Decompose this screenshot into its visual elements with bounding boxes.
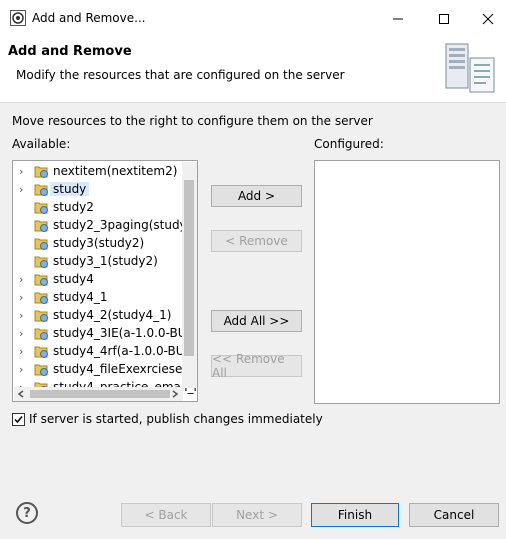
checkmark-icon — [14, 416, 23, 424]
remove-button[interactable]: < Remove — [211, 230, 302, 252]
instructions-text: Move resources to the right to configure… — [12, 114, 373, 128]
tree-item[interactable]: › study4_fileExexrciese(a- — [19, 360, 198, 378]
add-button[interactable]: Add > — [211, 185, 302, 207]
tree-item[interactable]: study3(study2) — [19, 234, 144, 252]
available-tree[interactable]: › nextitem(nextitem2) › study study2 study2_3… — [12, 160, 198, 402]
web-project-icon — [34, 346, 48, 358]
tree-item[interactable]: study2 — [19, 198, 94, 216]
expand-arrow-icon[interactable]: › — [19, 291, 33, 304]
web-project-icon — [34, 292, 48, 304]
tree-item[interactable]: › study4_3IE(a-1.0.0-BUIL — [19, 324, 197, 342]
publish-checkbox-label[interactable]: If server is started, publish changes im… — [29, 412, 323, 426]
tree-item[interactable]: › study4 — [19, 270, 94, 288]
tree-item-label: study — [50, 182, 90, 196]
tree-item-label: study4 — [53, 272, 94, 286]
scrollbar-thumb[interactable] — [30, 390, 170, 398]
maximize-icon — [439, 14, 449, 24]
window-title: Add and Remove... — [32, 11, 146, 25]
tree-item-label: study4_2(study4_1) — [53, 308, 172, 322]
tree-item-label: study4_1 — [53, 290, 108, 304]
scrollbar-thumb[interactable] — [184, 180, 194, 356]
tree-item-label: study2_3paging(study2 — [53, 218, 195, 232]
web-project-icon — [34, 364, 48, 376]
banner-description: Modify the resources that are configured… — [16, 68, 345, 82]
expand-arrow-icon[interactable]: › — [19, 183, 33, 196]
help-icon[interactable]: ? — [16, 502, 38, 524]
next-button[interactable]: Next > — [212, 503, 302, 527]
web-project-icon — [34, 202, 48, 214]
horizontal-scrollbar[interactable] — [14, 387, 183, 401]
expand-arrow-icon[interactable]: › — [19, 363, 33, 376]
tree-item-label: study4_3IE(a-1.0.0-BUIL — [53, 326, 197, 340]
web-project-icon — [34, 220, 48, 232]
expand-arrow-icon[interactable]: › — [19, 309, 33, 322]
eclipse-app-icon — [10, 10, 26, 26]
close-icon — [482, 13, 494, 25]
tree-item[interactable]: › study4_2(study4_1) — [19, 306, 171, 324]
tree-item[interactable]: › study4_1 — [19, 288, 108, 306]
finish-button[interactable]: Finish — [311, 503, 399, 527]
web-project-icon — [34, 238, 48, 250]
cancel-button[interactable]: Cancel — [409, 503, 499, 527]
tree-item[interactable]: › nextitem(nextitem2) — [19, 162, 177, 180]
add-all-button[interactable]: Add All >> — [211, 310, 302, 332]
scroll-left-icon[interactable] — [17, 390, 25, 398]
remove-all-button[interactable]: << Remove All — [211, 352, 302, 380]
web-project-icon — [34, 256, 48, 268]
tree-item-label: nextitem(nextitem2) — [53, 164, 178, 178]
configured-list[interactable] — [314, 160, 500, 404]
tree-item-label: study4_fileExexrciese(a- — [53, 362, 198, 376]
tree-item[interactable]: › study — [19, 180, 90, 198]
publish-checkbox[interactable] — [12, 413, 25, 426]
configured-label: Configured: — [314, 137, 384, 151]
minimize-icon — [393, 18, 403, 20]
close-button[interactable] — [468, 6, 506, 32]
tree-item-label: study2 — [53, 200, 94, 214]
web-project-icon — [34, 328, 48, 340]
web-project-icon — [34, 310, 48, 322]
banner-title: Add and Remove — [8, 44, 132, 59]
tree-item-label: study3(study2) — [53, 236, 145, 250]
tree-item[interactable]: study2_3paging(study2 — [19, 216, 194, 234]
expand-arrow-icon[interactable]: › — [19, 327, 33, 340]
minimize-button[interactable] — [378, 6, 418, 32]
vertical-scrollbar[interactable] — [182, 162, 197, 388]
expand-arrow-icon[interactable]: › — [19, 165, 33, 178]
expand-arrow-icon[interactable]: › — [19, 273, 33, 286]
server-illustration-icon — [445, 43, 495, 93]
web-project-icon — [34, 184, 48, 196]
tree-item-label: study3_1(study2) — [53, 254, 158, 268]
available-label: Available: — [12, 137, 71, 151]
maximize-button[interactable] — [424, 6, 464, 32]
expand-arrow-icon[interactable]: › — [19, 345, 33, 358]
scroll-right-icon[interactable] — [171, 390, 179, 398]
tree-item[interactable]: study3_1(study2) — [19, 252, 158, 270]
tree-item-label: study4_4rf(a-1.0.0-BUIL — [53, 344, 195, 358]
tree-item[interactable]: › study4_4rf(a-1.0.0-BUIL — [19, 342, 195, 360]
back-button[interactable]: < Back — [121, 503, 211, 527]
web-project-icon — [34, 274, 48, 286]
web-project-icon — [34, 166, 48, 178]
